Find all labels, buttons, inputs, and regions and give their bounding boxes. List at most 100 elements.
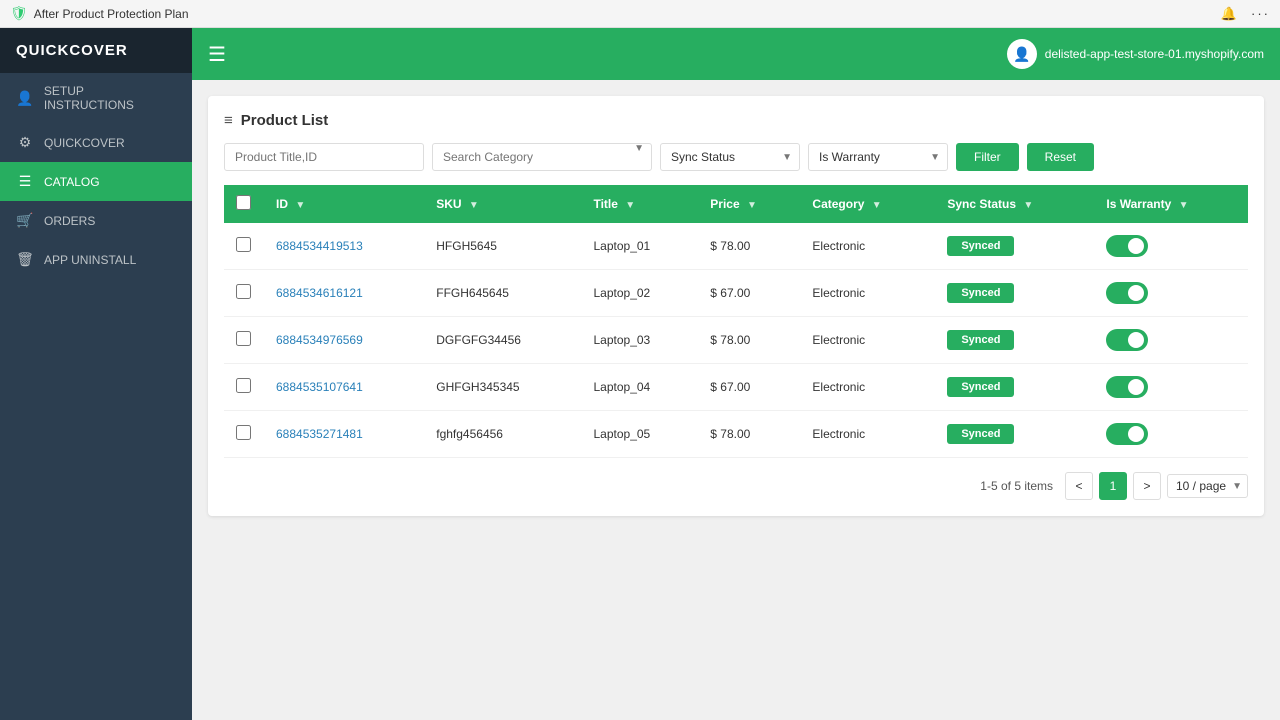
row-id-4: 6884535271481 <box>264 411 424 458</box>
per-page-select[interactable]: 10 / page 20 / page 50 / page <box>1167 474 1248 498</box>
row-checkbox-1[interactable] <box>236 284 251 299</box>
warranty-toggle-1[interactable] <box>1106 282 1148 304</box>
warranty-toggle-3[interactable] <box>1106 376 1148 398</box>
warranty-toggle-wrap-0 <box>1106 235 1236 257</box>
row-warranty-3 <box>1094 364 1248 411</box>
title-bar: 🛡 After Product Protection Plan 🔔 ··· <box>0 0 1280 28</box>
sidebar-brand: QUICKCOVER <box>0 28 192 73</box>
toggle-slider-3 <box>1106 376 1148 398</box>
sidebar-label-quickcover: QUICKCOVER <box>44 136 125 150</box>
user-info: 👤 delisted-app-test-store-01.myshopify.c… <box>1007 39 1264 69</box>
warranty-toggle-2[interactable] <box>1106 329 1148 351</box>
row-id-2: 6884534976569 <box>264 317 424 364</box>
col-category[interactable]: Category ▼ <box>800 185 935 223</box>
row-title-1: Laptop_02 <box>581 270 698 317</box>
sidebar-item-app-uninstall[interactable]: 🗑 APP UNINSTALL <box>0 240 192 279</box>
product-table: ID ▼ SKU ▼ Title ▼ Price ▼ Category ▼ Sy… <box>224 185 1248 458</box>
id-sort-icon: ▼ <box>295 200 305 211</box>
col-price[interactable]: Price ▼ <box>698 185 800 223</box>
pagination-row: 1-5 of 5 items < 1 > 10 / page 20 / page… <box>224 458 1248 500</box>
row-warranty-1 <box>1094 270 1248 317</box>
content-area: ≡ Product List ▼ Sync StatusSyncedNot Sy… <box>192 80 1280 720</box>
category-sort-icon: ▼ <box>872 200 882 211</box>
row-checkbox-4[interactable] <box>236 425 251 440</box>
col-title[interactable]: Title ▼ <box>581 185 698 223</box>
hamburger-icon[interactable]: ☰ <box>208 42 226 67</box>
row-warranty-4 <box>1094 411 1248 458</box>
sidebar-item-setup-instructions[interactable]: 👤 SETUP INSTRUCTIONS <box>0 73 192 123</box>
col-id[interactable]: ID ▼ <box>264 185 424 223</box>
row-title-4: Laptop_05 <box>581 411 698 458</box>
next-page-button[interactable]: > <box>1133 472 1161 500</box>
sidebar-label-orders: ORDERS <box>44 214 95 228</box>
table-row: 6884534616121 FFGH645645 Laptop_02 $ 67.… <box>224 270 1248 317</box>
sidebar-item-orders[interactable]: 🛒 ORDERS <box>0 201 192 240</box>
sidebar: QUICKCOVER 👤 SETUP INSTRUCTIONS⚙ QUICKCO… <box>0 28 192 720</box>
sidebar-item-quickcover[interactable]: ⚙ QUICKCOVER <box>0 123 192 162</box>
row-title-0: Laptop_01 <box>581 223 698 270</box>
pagination-info: 1-5 of 5 items <box>980 479 1053 493</box>
row-warranty-0 <box>1094 223 1248 270</box>
table-row: 6884534976569 DGFGFG34456 Laptop_03 $ 78… <box>224 317 1248 364</box>
sidebar-item-catalog[interactable]: ☰ CATALOG <box>0 162 192 201</box>
warranty-select[interactable]: Is WarrantyYesNo <box>808 143 948 171</box>
product-list-card: ≡ Product List ▼ Sync StatusSyncedNot Sy… <box>208 96 1264 516</box>
search-input[interactable] <box>224 143 424 171</box>
warranty-toggle-0[interactable] <box>1106 235 1148 257</box>
row-checkbox-0[interactable] <box>236 237 251 252</box>
row-price-3: $ 67.00 <box>698 364 800 411</box>
category-input[interactable] <box>432 143 652 171</box>
row-id-3: 6884535107641 <box>264 364 424 411</box>
row-sync-3: Synced <box>935 364 1094 411</box>
page-1-button[interactable]: 1 <box>1099 472 1127 500</box>
row-checkbox-cell-1 <box>224 270 264 317</box>
row-checkbox-3[interactable] <box>236 378 251 393</box>
sidebar-label-catalog: CATALOG <box>44 175 100 189</box>
filters-row: ▼ Sync StatusSyncedNot Synced ▼ Is Warra… <box>224 143 1248 171</box>
row-checkbox-cell-0 <box>224 223 264 270</box>
warranty-toggle-wrap-4 <box>1106 423 1236 445</box>
row-sku-0: HFGH5645 <box>424 223 581 270</box>
page-title: Product List <box>241 112 329 129</box>
category-wrap: ▼ <box>432 143 652 171</box>
table-row: 6884535107641 GHFGH345345 Laptop_04 $ 67… <box>224 364 1248 411</box>
row-checkbox-cell-3 <box>224 364 264 411</box>
sidebar-label-app-uninstall: APP UNINSTALL <box>44 253 136 267</box>
row-sync-2: Synced <box>935 317 1094 364</box>
sync-badge-4: Synced <box>947 424 1014 444</box>
sync-status-select[interactable]: Sync StatusSyncedNot Synced <box>660 143 800 171</box>
warranty-toggle-4[interactable] <box>1106 423 1148 445</box>
row-price-0: $ 78.00 <box>698 223 800 270</box>
table-row: 6884535271481 fghfg456456 Laptop_05 $ 78… <box>224 411 1248 458</box>
window-dots[interactable]: ··· <box>1251 6 1270 21</box>
window-bell[interactable]: 🔔 <box>1221 6 1237 22</box>
toggle-slider-1 <box>1106 282 1148 304</box>
row-warranty-2 <box>1094 317 1248 364</box>
sync-badge-3: Synced <box>947 377 1014 397</box>
row-title-2: Laptop_03 <box>581 317 698 364</box>
header-checkbox-cell <box>224 185 264 223</box>
prev-page-button[interactable]: < <box>1065 472 1093 500</box>
warranty-toggle-wrap-2 <box>1106 329 1236 351</box>
price-sort-icon: ▼ <box>747 200 757 211</box>
col-sku[interactable]: SKU ▼ <box>424 185 581 223</box>
user-domain: delisted-app-test-store-01.myshopify.com <box>1045 47 1264 61</box>
warranty-sort-icon: ▼ <box>1179 200 1189 211</box>
col-sync-status[interactable]: Sync Status ▼ <box>935 185 1094 223</box>
row-sku-2: DGFGFG34456 <box>424 317 581 364</box>
orders-icon: 🛒 <box>16 212 34 229</box>
top-nav: ☰ 👤 delisted-app-test-store-01.myshopify… <box>192 28 1280 80</box>
row-sku-4: fghfg456456 <box>424 411 581 458</box>
row-category-0: Electronic <box>800 223 935 270</box>
card-title: ≡ Product List <box>224 112 1248 129</box>
warranty-wrap: Is WarrantyYesNo ▼ <box>808 143 948 171</box>
row-id-0: 6884534419513 <box>264 223 424 270</box>
filter-button[interactable]: Filter <box>956 143 1019 171</box>
select-all-checkbox[interactable] <box>236 195 251 210</box>
row-sku-1: FFGH645645 <box>424 270 581 317</box>
sync-status-wrap: Sync StatusSyncedNot Synced ▼ <box>660 143 800 171</box>
quickcover-icon: ⚙ <box>16 134 34 151</box>
col-warranty[interactable]: Is Warranty ▼ <box>1094 185 1248 223</box>
row-checkbox-2[interactable] <box>236 331 251 346</box>
reset-button[interactable]: Reset <box>1027 143 1094 171</box>
